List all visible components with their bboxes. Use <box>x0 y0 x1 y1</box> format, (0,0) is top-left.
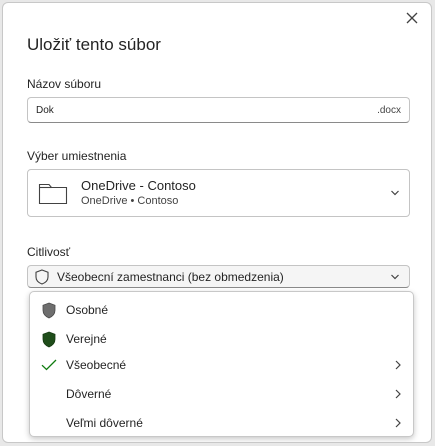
dialog-title: Uložiť tento súbor <box>27 35 161 54</box>
menu-item-highly-confidential[interactable]: Veľmi dôverné <box>30 410 413 436</box>
close-button[interactable] <box>401 7 423 29</box>
menu-item-confidential[interactable]: Dôverné <box>30 381 413 407</box>
chevron-right-icon <box>392 360 404 370</box>
menu-item-personal[interactable]: Osobné <box>30 297 413 323</box>
chevron-down-icon <box>387 269 403 285</box>
menu-item-label: Verejné <box>66 332 107 346</box>
save-dialog: Uložiť tento súbor Názov súboru .docx Vý… <box>2 2 432 443</box>
chevron-right-icon <box>392 389 404 399</box>
shield-green-icon <box>40 331 58 348</box>
location-name: OneDrive - Contoso <box>81 178 196 194</box>
sensitivity-menu: Osobné Verejné Všeobecné Dôverné Veľmi d… <box>29 291 414 437</box>
filename-input[interactable] <box>36 104 378 116</box>
shield-gray-icon <box>40 302 58 319</box>
menu-item-general[interactable]: Všeobecné <box>30 352 413 378</box>
close-icon <box>406 12 418 24</box>
checkmark-icon <box>40 359 58 371</box>
shield-outline-icon <box>35 268 49 285</box>
chevron-down-icon <box>387 185 403 201</box>
filename-field[interactable]: .docx <box>27 97 410 123</box>
location-subtitle: OneDrive • Contoso <box>81 194 179 207</box>
file-extension: .docx <box>377 104 401 116</box>
location-label: Výber umiestnenia <box>27 149 127 163</box>
sensitivity-label: Citlivosť <box>27 245 71 259</box>
menu-item-label: Veľmi dôverné <box>66 416 143 430</box>
menu-item-label: Osobné <box>66 303 109 317</box>
menu-item-label: Dôverné <box>66 387 112 401</box>
location-picker[interactable]: OneDrive - Contoso OneDrive • Contoso <box>27 169 410 217</box>
sensitivity-value: Všeobecní zamestnanci (bez obmedzenia) <box>57 269 284 284</box>
chevron-right-icon <box>392 418 404 428</box>
folder-icon <box>38 181 68 205</box>
menu-item-label: Všeobecné <box>66 358 127 372</box>
menu-item-public[interactable]: Verejné <box>30 326 413 352</box>
sensitivity-dropdown[interactable]: Všeobecní zamestnanci (bez obmedzenia) <box>27 265 410 288</box>
filename-label: Názov súboru <box>27 77 102 91</box>
